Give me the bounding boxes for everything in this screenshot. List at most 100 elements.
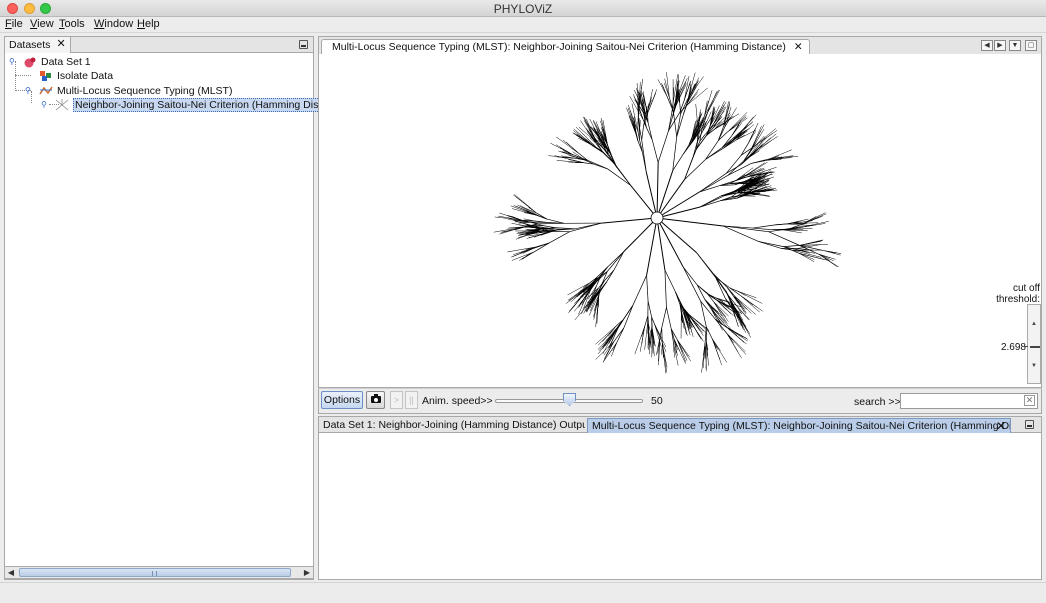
clear-search-icon[interactable]: ✕ — [1024, 395, 1035, 406]
tree-edge — [705, 147, 725, 160]
isolate-data-icon — [39, 70, 53, 82]
tree-edge — [601, 218, 652, 224]
tree-edge — [641, 125, 645, 141]
tree-edge — [613, 251, 625, 271]
anim-speed-label: Anim. speed>> — [422, 395, 493, 407]
tree-edge — [664, 270, 667, 308]
datasets-horizontal-scrollbar[interactable]: ◀ ▶ — [4, 566, 314, 579]
tree-edge — [699, 175, 729, 193]
expand-handle-icon[interactable]: ⚲ — [25, 86, 31, 95]
tree-edge — [651, 139, 659, 163]
tree-edge — [656, 162, 659, 213]
datasets-panel: Datasets ✕ ⚲ Data Set 1 Isolate Data ⚲ M… — [4, 36, 350, 580]
minimize-panel-icon[interactable] — [1025, 420, 1034, 429]
anim-speed-value: 50 — [651, 395, 663, 407]
screenshot-button[interactable] — [366, 391, 385, 409]
tree-edge — [666, 307, 672, 330]
tree-edge — [705, 140, 719, 160]
cutoff-threshold-slider[interactable]: ▲ ▼ — [1024, 304, 1041, 384]
tree-edge — [676, 339, 684, 353]
expand-handle-icon[interactable]: ⚲ — [9, 57, 15, 66]
tree-node-isolate-data[interactable]: Isolate Data — [39, 69, 113, 83]
tab-list-dropdown-icon[interactable]: ▼ — [1009, 40, 1021, 51]
phylogenetic-tree-graph[interactable] — [319, 54, 1041, 388]
tree-edge — [727, 126, 735, 132]
tree-edge — [538, 215, 548, 220]
scroll-thumb[interactable] — [19, 568, 291, 577]
slider-knob[interactable] — [1030, 346, 1040, 348]
menu-window[interactable]: Window — [94, 18, 133, 30]
tree-edge — [630, 185, 654, 214]
close-icon[interactable]: ✕ — [794, 41, 803, 55]
tree-edge — [600, 281, 607, 292]
menu-file[interactable]: File — [5, 18, 23, 30]
tab-datasets[interactable]: Datasets ✕ — [5, 37, 71, 53]
tab-nj-output[interactable]: Data Set 1: Neighbor-Joining (Hamming Di… — [319, 418, 585, 433]
scroll-tabs-left-icon[interactable]: ◀ — [981, 40, 993, 51]
tree-edge — [634, 326, 645, 355]
pause-button[interactable]: || — [405, 391, 418, 409]
tree-edge — [756, 136, 778, 151]
tree-edge — [635, 132, 639, 141]
tree-node-mlst[interactable]: ⚲ Multi-Locus Sequence Typing (MLST) — [25, 84, 232, 98]
scroll-right-icon[interactable]: ▶ — [301, 567, 313, 578]
menu-view[interactable]: View — [30, 18, 54, 30]
tree-node-label: Isolate Data — [57, 70, 114, 82]
tree-edge — [593, 163, 608, 170]
tree-edge — [792, 223, 807, 225]
tree-edge — [661, 343, 663, 355]
tree-canvas[interactable] — [318, 54, 1042, 388]
options-button[interactable]: Options — [321, 391, 363, 409]
slider-down-icon[interactable]: ▼ — [1031, 363, 1037, 369]
scroll-left-icon[interactable]: ◀ — [5, 567, 17, 578]
tree-node-neighbor-joining[interactable]: ⚲ Neighbor-Joining Saitou-Nei Criterion … — [41, 98, 350, 112]
tree-edge — [512, 246, 536, 257]
tree-edge — [666, 96, 674, 112]
tree-edge — [641, 139, 647, 173]
tree-edge — [704, 299, 711, 307]
anim-speed-knob[interactable] — [563, 393, 576, 406]
tree-edge — [612, 342, 618, 351]
tree-edge — [696, 252, 716, 278]
tree-edge — [662, 218, 724, 227]
window-title: PHYLOViZ — [493, 2, 553, 16]
viewer-controls: Options > || Anim. speed>> 50 search >> … — [318, 388, 1042, 414]
tree-edge — [513, 205, 539, 216]
tree-edge — [758, 241, 782, 249]
menu-tools[interactable]: Tools — [59, 18, 85, 30]
slider-up-icon[interactable]: ▲ — [1031, 321, 1037, 327]
tree-edge — [740, 142, 750, 156]
tree-edge — [683, 144, 690, 154]
tree-edge — [726, 155, 742, 174]
tab-mlst-nj-viewer[interactable]: Multi-Locus Sequence Typing (MLST): Neig… — [321, 39, 810, 55]
tree-root-node — [650, 211, 664, 225]
tab-mlst-nj-output[interactable]: Multi-Locus Sequence Typing (MLST): Neig… — [587, 418, 1011, 433]
tree-edge — [676, 339, 690, 357]
close-icon[interactable]: ✕ — [56, 39, 65, 51]
search-input[interactable] — [900, 393, 1038, 409]
output-area[interactable] — [318, 433, 1042, 580]
play-button[interactable]: > — [390, 391, 403, 409]
camera-icon — [371, 394, 381, 403]
tree-node-data-set[interactable]: ⚲ Data Set 1 — [9, 55, 91, 69]
tree-edge — [623, 221, 654, 252]
close-icon[interactable]: ✕ — [996, 419, 1006, 433]
tree-edge — [647, 122, 653, 140]
tree-edge — [632, 275, 647, 306]
tree-edge — [712, 338, 721, 351]
cutoff-label-1: cut off — [1012, 283, 1040, 294]
datasets-tab-bar: Datasets ✕ — [5, 37, 313, 53]
minimize-panel-icon[interactable] — [299, 40, 308, 49]
maximize-panel-icon[interactable]: ▢ — [1025, 40, 1037, 51]
tree-edge — [560, 151, 586, 161]
cutoff-value: 2.698 — [1000, 342, 1026, 353]
expand-handle-icon[interactable]: ⚲ — [41, 100, 47, 109]
tree-edge — [616, 327, 625, 343]
scroll-tabs-right-icon[interactable]: ▶ — [994, 40, 1006, 51]
menu-help[interactable]: Help — [137, 18, 160, 30]
dataset-icon — [23, 56, 37, 68]
menu-bar: File View Tools Window Help — [0, 17, 1046, 33]
tree-edge — [606, 269, 615, 283]
status-bar — [0, 582, 1046, 603]
tree-edge — [644, 323, 648, 350]
